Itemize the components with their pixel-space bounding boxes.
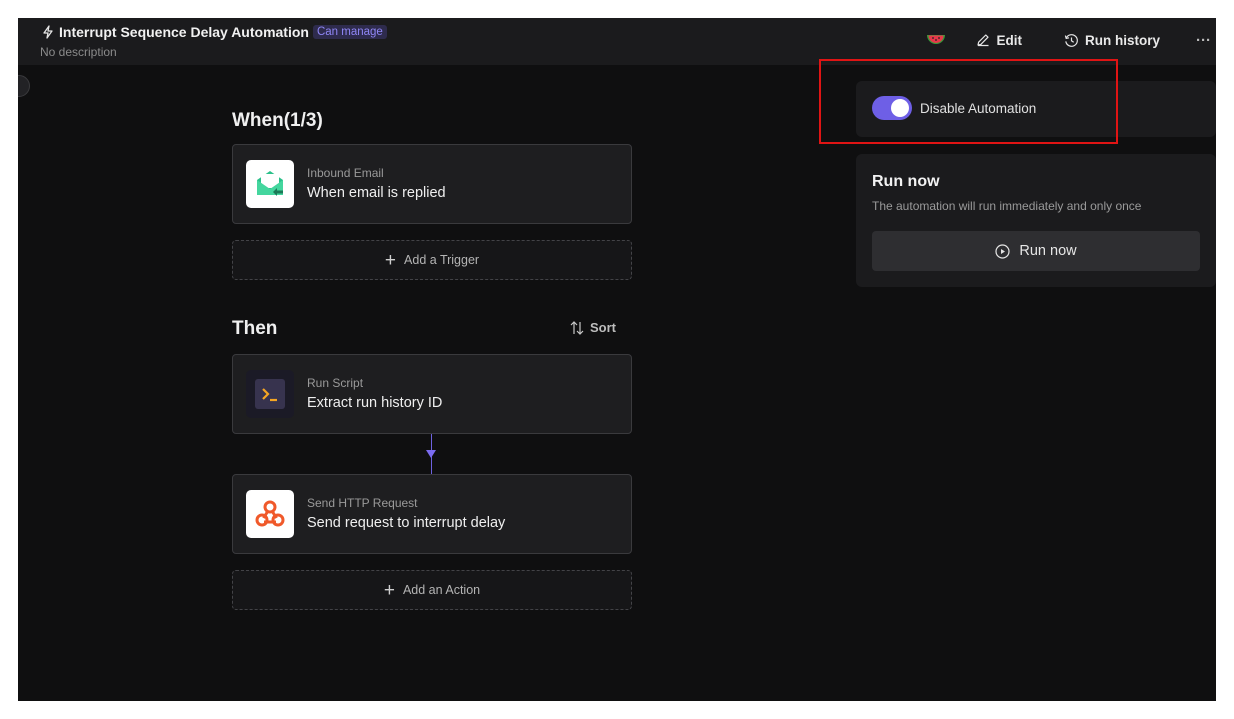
trigger-kind: Inbound Email bbox=[307, 166, 384, 180]
automation-window: Interrupt Sequence Delay Automation Can … bbox=[18, 18, 1216, 701]
action-card-http-request[interactable]: Send HTTP Request Send request to interr… bbox=[232, 474, 632, 554]
run-history-button[interactable]: Run history bbox=[1064, 33, 1160, 48]
connector-arrow bbox=[426, 450, 436, 458]
terminal-icon bbox=[246, 370, 294, 418]
add-action-button[interactable]: + Add an Action bbox=[232, 570, 632, 610]
run-now-panel: Run now The automation will run immediat… bbox=[856, 154, 1216, 287]
more-options-button[interactable]: ··· bbox=[1196, 32, 1216, 49]
title-row: Interrupt Sequence Delay Automation Can … bbox=[42, 24, 387, 40]
webhook-icon bbox=[246, 490, 294, 538]
permission-badge: Can manage bbox=[312, 25, 387, 39]
automation-bolt-icon bbox=[42, 25, 54, 39]
action-kind: Send HTTP Request bbox=[307, 496, 418, 510]
then-section-title: Then bbox=[232, 318, 278, 339]
play-circle-icon bbox=[995, 243, 1010, 259]
run-now-button[interactable]: Run now bbox=[872, 231, 1200, 271]
action-card-run-script[interactable]: Run Script Extract run history ID bbox=[232, 354, 632, 434]
trigger-card[interactable]: Inbound Email When email is replied bbox=[232, 144, 632, 224]
add-trigger-button[interactable]: + Add a Trigger bbox=[232, 240, 632, 280]
add-action-label: Add an Action bbox=[402, 583, 481, 597]
run-now-title: Run now bbox=[872, 173, 940, 190]
run-now-description: The automation will run immediately and … bbox=[872, 199, 1142, 213]
plus-icon: + bbox=[384, 249, 397, 271]
top-actions: Edit Run history ··· bbox=[926, 18, 1216, 62]
plus-icon: + bbox=[383, 579, 395, 601]
when-section-title: When(1/3) bbox=[232, 110, 323, 131]
top-bar: Interrupt Sequence Delay Automation Can … bbox=[18, 18, 1216, 65]
highlight-box bbox=[819, 59, 1118, 144]
sort-button[interactable]: Sort bbox=[570, 320, 616, 335]
page-title: Interrupt Sequence Delay Automation bbox=[59, 24, 309, 40]
pencil-icon bbox=[977, 34, 990, 47]
sort-label: Sort bbox=[590, 320, 616, 335]
action-name: Extract run history ID bbox=[307, 395, 443, 411]
email-icon bbox=[246, 160, 294, 208]
run-now-button-label: Run now bbox=[1019, 243, 1077, 259]
more-icon: ··· bbox=[1196, 31, 1211, 49]
history-icon bbox=[1064, 33, 1078, 47]
add-trigger-label: Add a Trigger bbox=[404, 253, 480, 267]
sidebar-toggle-icon[interactable] bbox=[18, 75, 30, 97]
watermelon-icon[interactable] bbox=[926, 33, 946, 47]
run-history-label: Run history bbox=[1084, 32, 1160, 48]
trigger-name: When email is replied bbox=[307, 185, 446, 201]
sort-icon bbox=[570, 320, 584, 335]
edit-label: Edit bbox=[996, 32, 1022, 48]
action-name: Send request to interrupt delay bbox=[307, 515, 506, 531]
edit-button[interactable]: Edit bbox=[976, 33, 1022, 48]
page-description[interactable]: No description bbox=[40, 45, 117, 59]
action-kind: Run Script bbox=[307, 376, 364, 390]
